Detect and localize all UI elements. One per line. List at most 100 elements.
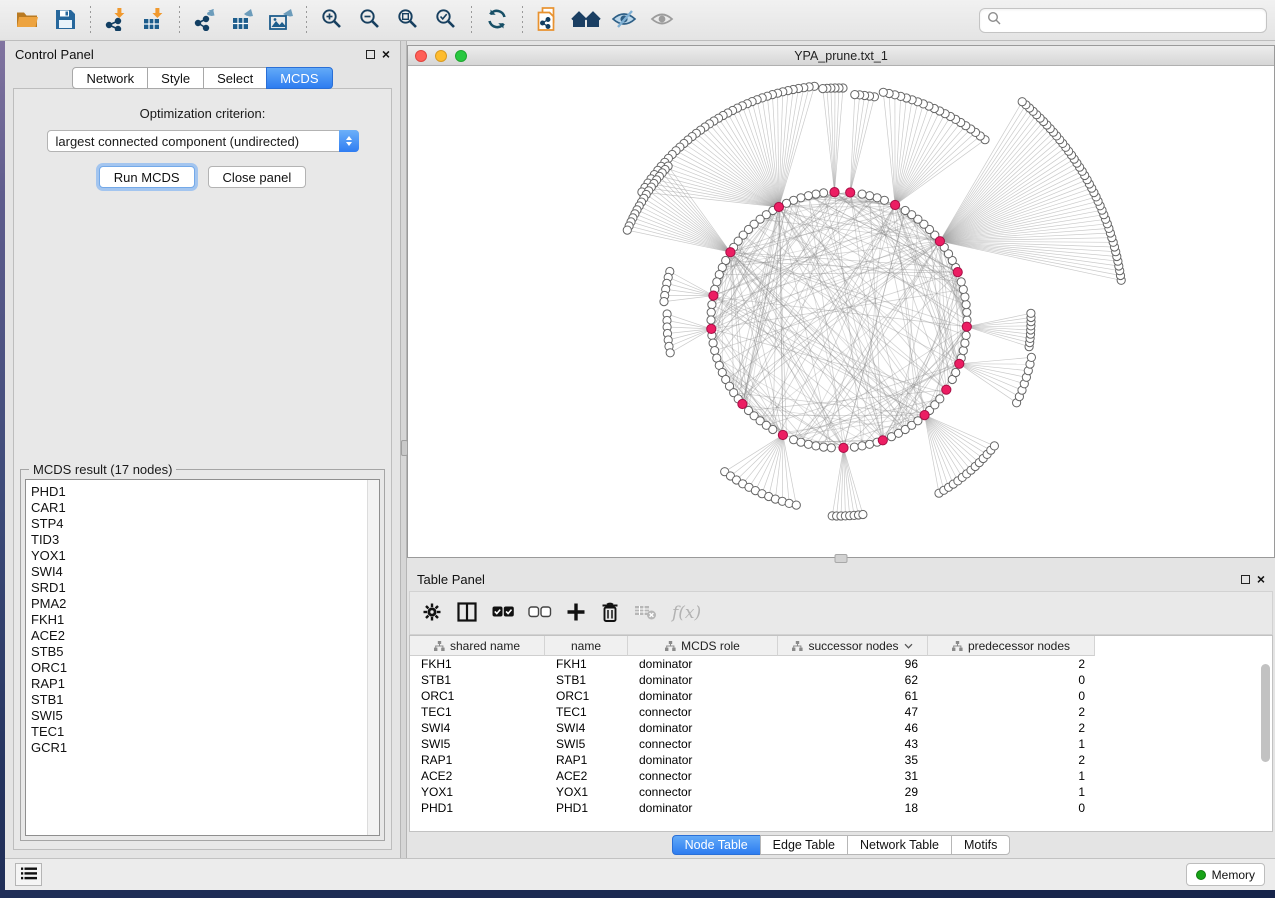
column-header-predecessor-nodes[interactable]: predecessor nodes (928, 636, 1095, 656)
table-row[interactable]: TEC1TEC1connector472 (410, 704, 1272, 720)
tab-node-table[interactable]: Node Table (672, 835, 761, 855)
network-node[interactable] (959, 347, 967, 355)
network-node[interactable] (804, 440, 812, 448)
mcds-dominator-node[interactable] (726, 248, 735, 257)
mcds-dominator-node[interactable] (920, 411, 929, 420)
table-row[interactable]: SWI4SWI4dominator462 (410, 720, 1272, 736)
network-node[interactable] (963, 308, 971, 316)
zoom-fit-button[interactable] (389, 4, 427, 36)
first-neighbors-button[interactable] (567, 4, 605, 36)
mcds-dominator-node[interactable] (878, 436, 887, 445)
tab-network[interactable]: Network (72, 67, 148, 89)
table-row[interactable]: STB1STB1dominator620 (410, 672, 1272, 688)
task-history-button[interactable] (15, 863, 42, 886)
mcds-dominator-node[interactable] (942, 385, 951, 394)
mcds-dominator-node[interactable] (709, 291, 718, 300)
float-panel-button[interactable] (366, 50, 375, 59)
search-input[interactable] (1002, 13, 1259, 28)
network-node[interactable] (879, 88, 887, 96)
tab-network-table[interactable]: Network Table (847, 835, 952, 855)
mcds-dominator-node[interactable] (738, 399, 747, 408)
tab-motifs[interactable]: Motifs (951, 835, 1010, 855)
column-chooser-button[interactable] (456, 598, 478, 628)
network-node[interactable] (827, 444, 835, 452)
table-scrollbar[interactable] (1261, 660, 1270, 827)
float-table-panel-button[interactable] (1241, 575, 1250, 584)
export-network-button[interactable] (186, 4, 224, 36)
table-row[interactable]: PHD1PHD1dominator180 (410, 800, 1272, 816)
close-panel-icon-button[interactable]: × (382, 49, 390, 59)
network-node[interactable] (623, 226, 631, 234)
result-node-item[interactable]: RAP1 (31, 676, 367, 692)
result-node-item[interactable]: STB1 (31, 692, 367, 708)
horizontal-splitter[interactable] (407, 558, 1275, 567)
table-row[interactable]: YOX1YOX1connector291 (410, 784, 1272, 800)
network-node[interactable] (709, 339, 717, 347)
network-node[interactable] (952, 368, 960, 376)
network-node[interactable] (713, 278, 721, 286)
network-node[interactable] (820, 189, 828, 197)
network-node[interactable] (660, 298, 668, 306)
column-header-MCDS-role[interactable]: MCDS role (628, 636, 778, 656)
network-node[interactable] (961, 339, 969, 347)
network-node[interactable] (1027, 353, 1035, 361)
deselect-all-button[interactable] (528, 598, 552, 628)
import-table-button[interactable] (135, 4, 173, 36)
select-all-button[interactable] (492, 598, 514, 628)
result-node-item[interactable]: PMA2 (31, 596, 367, 612)
result-node-item[interactable]: CAR1 (31, 500, 367, 516)
network-node[interactable] (962, 331, 970, 339)
memory-button[interactable]: Memory (1186, 863, 1265, 886)
column-header-shared-name[interactable]: shared name (410, 636, 545, 656)
network-window-titlebar[interactable]: YPA_prune.txt_1 (408, 46, 1274, 66)
splitter-grip[interactable] (835, 554, 848, 563)
mcds-dominator-node[interactable] (935, 237, 944, 246)
network-node[interactable] (901, 206, 909, 214)
clone-network-button[interactable] (529, 4, 567, 36)
network-view[interactable] (408, 66, 1274, 557)
network-node[interactable] (797, 438, 805, 446)
network-node[interactable] (1018, 98, 1026, 106)
network-node[interactable] (769, 425, 777, 433)
mcds-dominator-node[interactable] (707, 324, 716, 333)
result-node-item[interactable]: STP4 (31, 516, 367, 532)
zoom-out-button[interactable] (351, 4, 389, 36)
network-node[interactable] (707, 316, 715, 324)
result-node-item[interactable]: ACE2 (31, 628, 367, 644)
network-node[interactable] (959, 285, 967, 293)
result-node-item[interactable]: ORC1 (31, 660, 367, 676)
open-file-button[interactable] (8, 4, 46, 36)
network-node[interactable] (866, 192, 874, 200)
mcds-dominator-node[interactable] (839, 443, 848, 452)
splitter-grip[interactable] (401, 440, 408, 456)
delete-columns-button[interactable] (600, 598, 620, 628)
mcds-dominator-node[interactable] (962, 322, 971, 331)
mcds-result-list[interactable]: PHD1CAR1STP4TID3YOX1SWI4SRD1PMA2FKH1ACE2… (25, 479, 380, 836)
network-node[interactable] (1027, 309, 1035, 317)
mcds-dominator-node[interactable] (955, 359, 964, 368)
mcds-dominator-node[interactable] (778, 430, 787, 439)
export-image-button[interactable] (262, 4, 300, 36)
network-node[interactable] (957, 278, 965, 286)
vertical-splitter[interactable] (400, 41, 407, 858)
result-list-scrollbar[interactable] (367, 480, 379, 835)
mcds-dominator-node[interactable] (846, 188, 855, 197)
add-column-button[interactable] (566, 598, 586, 628)
mcds-dominator-node[interactable] (953, 268, 962, 277)
result-node-item[interactable]: SWI4 (31, 564, 367, 580)
network-node[interactable] (792, 501, 800, 509)
result-node-item[interactable]: YOX1 (31, 548, 367, 564)
network-node[interactable] (819, 85, 827, 93)
result-node-item[interactable]: PHD1 (31, 484, 367, 500)
tab-select[interactable]: Select (203, 67, 267, 89)
result-node-item[interactable]: TEC1 (31, 724, 367, 740)
network-node[interactable] (961, 293, 969, 301)
result-node-item[interactable]: STB5 (31, 644, 367, 660)
mcds-dominator-node[interactable] (830, 188, 839, 197)
network-node[interactable] (820, 443, 828, 451)
mcds-dominator-node[interactable] (891, 200, 900, 209)
zoom-in-button[interactable] (313, 4, 351, 36)
result-node-item[interactable]: SWI5 (31, 708, 367, 724)
network-node[interactable] (873, 194, 881, 202)
network-node[interactable] (711, 347, 719, 355)
